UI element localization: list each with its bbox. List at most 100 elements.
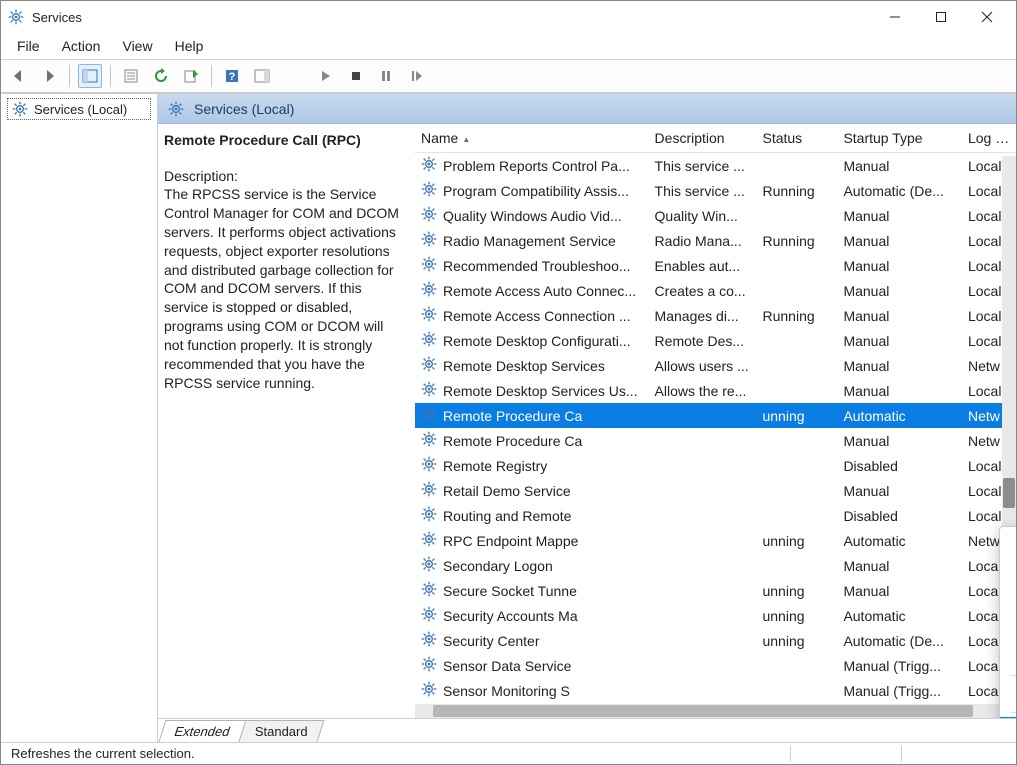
maximize-button[interactable] — [918, 1, 964, 33]
table-row[interactable]: RPC Endpoint MappeunningAutomaticNetw — [415, 528, 1016, 553]
table-row[interactable]: Remote Access Connection ...Manages di..… — [415, 303, 1016, 328]
restart-icon[interactable] — [404, 64, 428, 88]
close-button[interactable] — [964, 1, 1010, 33]
menu-help[interactable]: Help — [165, 34, 216, 58]
services-list: Name▲ Description Status Startup Type Lo… — [415, 124, 1016, 718]
col-description[interactable]: Description — [649, 124, 757, 153]
service-status — [756, 253, 837, 278]
col-status[interactable]: Status — [756, 124, 837, 153]
table-row[interactable]: Radio Management ServiceRadio Mana...Run… — [415, 228, 1016, 253]
table-row[interactable]: Sensor Data ServiceManual (Trigg...Local — [415, 653, 1016, 678]
app-gear-icon — [7, 8, 25, 26]
menu-file[interactable]: File — [7, 34, 52, 58]
vertical-scrollbar-thumb[interactable] — [1003, 478, 1015, 508]
service-gear-icon — [421, 381, 437, 400]
service-name: Secondary Logon — [443, 558, 553, 574]
service-status — [756, 353, 837, 378]
menu-view[interactable]: View — [112, 34, 164, 58]
table-row[interactable]: Recommended Troubleshoo...Enables aut...… — [415, 253, 1016, 278]
service-startup: Manual — [837, 478, 962, 503]
service-gear-icon — [421, 431, 437, 450]
service-description — [649, 553, 757, 578]
ctx-separator — [1010, 712, 1016, 713]
service-startup: Manual — [837, 328, 962, 353]
ctx-stop[interactable]: Stop — [1000, 559, 1016, 587]
table-row[interactable]: Security CenterunningAutomatic (De...Loc… — [415, 628, 1016, 653]
horizontal-scrollbar[interactable] — [415, 704, 1016, 718]
context-menu: Start Stop Pause Resume Restart All Task… — [999, 526, 1016, 718]
service-gear-icon — [421, 206, 437, 225]
service-status — [756, 503, 837, 528]
nav-back-icon[interactable] — [7, 64, 31, 88]
svg-text:?: ? — [229, 71, 236, 83]
menu-action[interactable]: Action — [52, 34, 113, 58]
service-description — [649, 578, 757, 603]
table-row[interactable]: Remote Desktop Services Us...Allows the … — [415, 378, 1016, 403]
sort-indicator-icon: ▲ — [462, 135, 470, 144]
col-logon[interactable]: Log On As — [962, 124, 1016, 153]
table-row[interactable]: Remote RegistryDisabledLocal — [415, 453, 1016, 478]
service-gear-icon — [421, 456, 437, 475]
table-row[interactable]: Program Compatibility Assis...This servi… — [415, 178, 1016, 203]
help-icon[interactable]: ? — [220, 64, 244, 88]
service-name: Radio Management Service — [443, 233, 616, 249]
table-row[interactable]: Secure Socket TunneunningManualLocal — [415, 578, 1016, 603]
service-description: Enables aut... — [649, 253, 757, 278]
pause-icon[interactable] — [374, 64, 398, 88]
table-row[interactable]: Remote Procedure CaunningAutomaticNetw — [415, 403, 1016, 428]
table-row[interactable]: Sensor Monitoring SManual (Trigg...Local — [415, 678, 1016, 703]
table-row[interactable]: Routing and RemoteDisabledLocal — [415, 503, 1016, 528]
service-status — [756, 328, 837, 353]
service-name: Remote Registry — [443, 458, 547, 474]
col-startup[interactable]: Startup Type — [837, 124, 962, 153]
service-name: Security Accounts Ma — [443, 608, 578, 624]
service-startup: Manual (Trigg... — [837, 678, 962, 703]
service-gear-icon — [421, 531, 437, 550]
show-hide-tree-icon[interactable] — [78, 64, 102, 88]
table-row[interactable]: Remote Procedure CaManualNetw — [415, 428, 1016, 453]
tab-extended[interactable]: Extended — [158, 720, 246, 742]
play-icon[interactable] — [314, 64, 338, 88]
table-row[interactable]: Security Accounts MaunningAutomaticLocal — [415, 603, 1016, 628]
table-row[interactable]: Quality Windows Audio Vid...Quality Win.… — [415, 203, 1016, 228]
tab-standard[interactable]: Standard — [238, 720, 324, 742]
service-description — [649, 428, 757, 453]
col-name[interactable]: Name▲ — [415, 124, 649, 153]
service-gear-icon — [421, 656, 437, 675]
table-row[interactable]: Problem Reports Control Pa...This servic… — [415, 153, 1016, 179]
detail-panel: Remote Procedure Call (RPC) Description:… — [158, 124, 415, 718]
show-hide-action-pane-icon[interactable] — [250, 64, 274, 88]
properties-icon[interactable] — [119, 64, 143, 88]
service-startup: Manual (Trigg... — [837, 653, 962, 678]
minimize-button[interactable] — [872, 1, 918, 33]
table-row[interactable]: Remote Access Auto Connec...Creates a co… — [415, 278, 1016, 303]
ctx-refresh[interactable]: Refresh — [1000, 717, 1016, 718]
ctx-pause[interactable]: Pause — [1000, 587, 1016, 615]
table-row[interactable]: Remote Desktop ServicesAllows users ...M… — [415, 353, 1016, 378]
service-description: Allows the re... — [649, 378, 757, 403]
nav-forward-icon[interactable] — [37, 64, 61, 88]
service-status: Running — [756, 303, 837, 328]
service-name: Remote Desktop Services — [443, 358, 605, 374]
table-row[interactable]: Remote Desktop Configurati...Remote Des.… — [415, 328, 1016, 353]
table-row[interactable]: Retail Demo ServiceManualLocal — [415, 478, 1016, 503]
titlebar: Services — [1, 1, 1016, 33]
tree-root-node[interactable]: Services (Local) — [7, 98, 151, 120]
service-startup: Manual — [837, 578, 962, 603]
refresh-icon[interactable] — [149, 64, 173, 88]
service-name: Secure Socket Tunne — [443, 583, 577, 599]
horizontal-scrollbar-thumb[interactable] — [433, 705, 973, 717]
ctx-resume[interactable]: Resume — [1000, 615, 1016, 643]
table-row[interactable]: Secondary LogonManualLocal — [415, 553, 1016, 578]
export-list-icon[interactable] — [179, 64, 203, 88]
ctx-all-tasks[interactable]: All Tasks ▶ — [1000, 680, 1016, 708]
window-title: Services — [32, 10, 82, 25]
service-startup: Manual — [837, 203, 962, 228]
service-name: Remote Access Connection ... — [443, 308, 631, 324]
ctx-start[interactable]: Start — [1000, 531, 1016, 559]
tree-root-label: Services (Local) — [34, 102, 127, 117]
service-status: Running — [756, 228, 837, 253]
service-description: Remote Des... — [649, 328, 757, 353]
ctx-restart[interactable]: Restart — [1000, 643, 1016, 671]
stop-icon[interactable] — [344, 64, 368, 88]
